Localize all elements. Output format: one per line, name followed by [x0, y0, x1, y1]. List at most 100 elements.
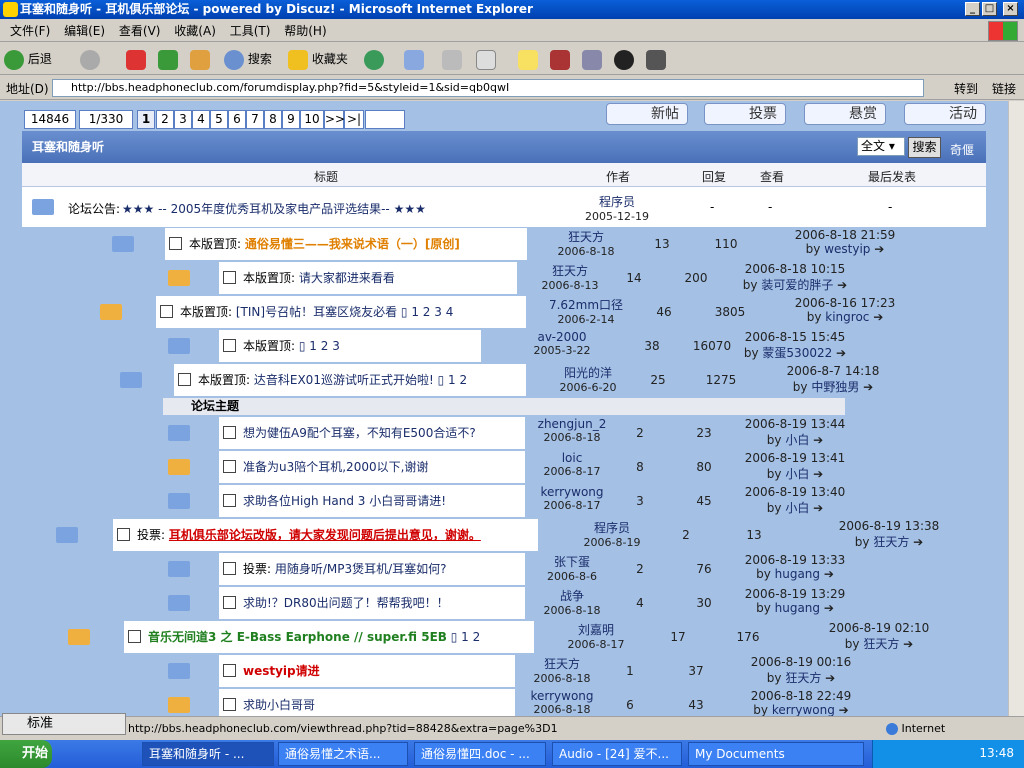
reward-button[interactable]: 悬赏 — [804, 103, 886, 125]
minimize-button[interactable]: _ — [965, 2, 980, 16]
menu-file[interactable]: 文件(F) — [10, 20, 50, 42]
author-link[interactable]: 阳光的洋 — [548, 364, 628, 381]
last-poster-link[interactable]: 装可爱的胖子 — [761, 278, 833, 292]
back-button[interactable]: 后退 — [4, 48, 52, 70]
discuss-button[interactable] — [518, 48, 538, 70]
thread-checkbox[interactable] — [223, 339, 236, 352]
last-post-time[interactable]: 2006-8-15 15:45 — [730, 330, 860, 344]
last-post-time[interactable]: 2006-8-19 13:29 — [730, 587, 860, 601]
thread-checkbox[interactable] — [223, 426, 236, 439]
page-1[interactable]: 1 — [137, 110, 155, 129]
vertical-scrollbar[interactable] — [1008, 101, 1024, 716]
thread-title-link[interactable]: 达音科EX01巡游试听正式开始啦! — [254, 373, 434, 387]
thread-title-link[interactable]: 求助各位High Hand 3 小白哥哥请进! — [243, 494, 446, 508]
last-poster-link[interactable]: hugang — [775, 601, 820, 615]
thread-title-link[interactable]: 请大家都进来看看 — [299, 271, 395, 285]
edit-button[interactable] — [476, 48, 496, 70]
event-button[interactable]: 活动 — [904, 103, 986, 125]
advanced-search-link[interactable]: 奇偃 — [950, 141, 974, 158]
menu-favorites[interactable]: 收藏(A) — [174, 20, 216, 42]
last-post-time[interactable]: 2006-8-18 21:59 — [780, 228, 910, 242]
task-thread[interactable]: 通俗易懂之术语... — [278, 742, 408, 766]
author-link[interactable]: av-2000 — [522, 330, 602, 344]
home-button[interactable] — [190, 48, 210, 70]
last-poster-link[interactable]: 小白 — [785, 467, 809, 481]
author-link[interactable]: 张下蛋 — [532, 553, 612, 570]
page-7[interactable]: 7 — [246, 110, 264, 129]
favorites-button[interactable]: 收藏夹 — [288, 48, 348, 70]
last-post-time[interactable]: 2006-8-16 17:23 — [780, 296, 910, 310]
thread-title-link[interactable]: 求助!？DR80出问题了！帮帮我吧！！ — [243, 596, 449, 610]
task-my-documents[interactable]: My Documents — [688, 742, 864, 766]
last-poster-link[interactable]: hugang — [775, 567, 820, 581]
task-audio[interactable]: Audio - [24] 爱不... — [552, 742, 682, 766]
thread-title-link[interactable]: 用随身听/MP3煲耳机/耳塞如何? — [275, 562, 447, 576]
thread-title-link[interactable]: 音乐无间道3 之 E-Bass Earphone // super.fi 5EB — [148, 630, 447, 644]
new-post-button[interactable]: 新帖 — [606, 103, 688, 125]
last-poster-link[interactable]: 中野独男 — [811, 380, 859, 394]
page-10[interactable]: 10 — [300, 110, 324, 129]
menu-edit[interactable]: 编辑(E) — [64, 20, 105, 42]
last-page[interactable]: >| — [344, 110, 364, 129]
thread-checkbox[interactable] — [128, 630, 141, 643]
thread-pages[interactable]: ▯ 1 2 3 4 — [401, 305, 453, 319]
last-post-time[interactable]: 2006-8-19 13:41 — [730, 451, 860, 465]
last-post-time[interactable]: 2006-8-18 22:49 — [736, 689, 866, 703]
announcement-link[interactable]: ★★★ -- 2005年度优秀耳机及家电产品评选结果-- ★★★ — [122, 200, 426, 217]
messenger-button[interactable] — [582, 48, 602, 70]
task-word[interactable]: 通俗易懂四.doc - ... — [414, 742, 546, 766]
page-jump-input[interactable] — [365, 110, 405, 129]
author-link[interactable]: loic — [532, 451, 612, 465]
author-link[interactable]: zhengjun_2 — [532, 417, 612, 431]
author-link[interactable]: 战争 — [532, 587, 612, 604]
thread-checkbox[interactable] — [160, 305, 173, 318]
last-poster-link[interactable]: 狂天方 — [873, 535, 909, 549]
thread-title-link[interactable]: westyip请进 — [243, 664, 320, 678]
last-post-time[interactable]: 2006-8-19 13:40 — [730, 485, 860, 499]
thread-checkbox[interactable] — [223, 271, 236, 284]
extra-button[interactable] — [646, 48, 666, 70]
thread-pages[interactable]: ▯ 1 2 — [451, 630, 481, 644]
mail-button[interactable] — [404, 48, 424, 70]
thread-title-link[interactable]: 耳机俱乐部论坛改版，请大家发现问题后提出意见，谢谢。 — [169, 528, 481, 542]
maximize-button[interactable]: □ — [982, 2, 997, 16]
thread-title-link[interactable]: 通俗易懂三——我来说术语（一）[原创] — [245, 237, 460, 251]
author-link[interactable]: 狂天方 — [530, 262, 610, 279]
search-button[interactable]: 搜索 — [224, 48, 272, 70]
author-link[interactable]: 程序员 — [572, 519, 652, 536]
game-button[interactable] — [550, 48, 570, 70]
page-5[interactable]: 5 — [210, 110, 228, 129]
last-post-time[interactable]: 2006-8-19 00:16 — [736, 655, 866, 669]
author-link[interactable]: 狂天方 — [546, 228, 626, 245]
search-scope-select[interactable]: 全文 ▾ — [857, 137, 905, 156]
thread-checkbox[interactable] — [117, 528, 130, 541]
page-8[interactable]: 8 — [264, 110, 282, 129]
thread-checkbox[interactable] — [223, 664, 236, 677]
thread-pages[interactable]: ▯ 1 2 — [438, 373, 468, 387]
history-button[interactable] — [364, 48, 384, 70]
address-input[interactable]: http://bbs.headphoneclub.com/forumdispla… — [52, 79, 924, 97]
last-poster-link[interactable]: 蒙蛋530022 — [762, 346, 832, 360]
thread-title-link[interactable]: 想为健伍A9配个耳塞，不知有E500合适不? — [243, 426, 476, 440]
menu-help[interactable]: 帮助(H) — [284, 20, 326, 42]
next-page[interactable]: >> — [324, 110, 345, 129]
thread-checkbox[interactable] — [223, 698, 236, 711]
page-6[interactable]: 6 — [228, 110, 246, 129]
last-post-time[interactable]: 2006-8-19 13:44 — [730, 417, 860, 431]
go-button[interactable]: 转到 — [934, 80, 978, 97]
thread-checkbox[interactable] — [169, 237, 182, 250]
menu-view[interactable]: 查看(V) — [119, 20, 161, 42]
page-3[interactable]: 3 — [174, 110, 192, 129]
thread-checkbox[interactable] — [223, 460, 236, 473]
poll-button[interactable]: 投票 — [704, 103, 786, 125]
last-poster-link[interactable]: kingroc — [825, 310, 869, 324]
forward-button[interactable] — [80, 48, 100, 70]
start-button[interactable]: 开始 — [0, 740, 52, 768]
links-button[interactable]: 链接 — [992, 80, 1016, 97]
last-poster-link[interactable]: 小白 — [785, 433, 809, 447]
thread-title-link[interactable]: [TIN]号召帖！耳塞区烧友必看 — [236, 305, 397, 319]
author-link[interactable]: 狂天方 — [522, 655, 602, 672]
last-poster-link[interactable]: 狂天方 — [785, 671, 821, 685]
thread-title-link[interactable]: 准备为u3陪个耳机,2000以下,谢谢 — [243, 460, 428, 474]
refresh-button[interactable] — [158, 48, 178, 70]
